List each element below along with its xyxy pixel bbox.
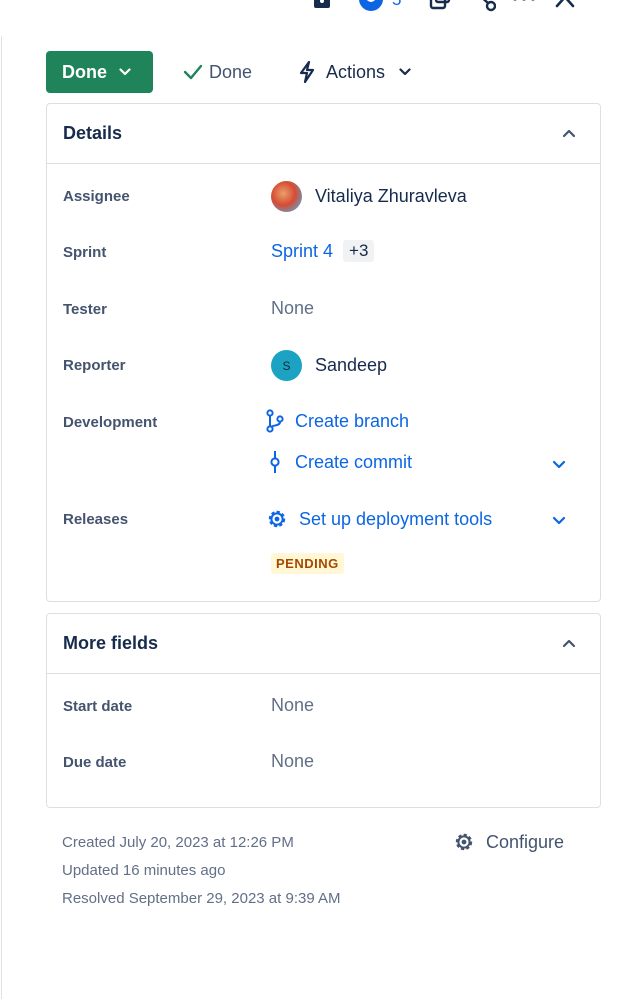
actions-button[interactable]: Actions	[298, 61, 411, 83]
gear-icon	[268, 510, 286, 528]
setup-deployment-link[interactable]: Set up deployment tools	[265, 507, 492, 531]
commit-icon	[270, 451, 280, 473]
watcher-count[interactable]: 5	[392, 0, 401, 10]
reporter-label: Reporter	[63, 357, 126, 374]
details-header[interactable]: Details	[47, 104, 600, 164]
resolution-label: Done	[209, 61, 253, 82]
copy-link-icon[interactable]	[428, 0, 452, 12]
issue-toolbar: 5	[300, 0, 623, 14]
status-row: Done Done Actions	[46, 51, 411, 93]
resolution-indicator: Done	[183, 62, 252, 83]
gear-icon	[455, 833, 473, 851]
due-date-value[interactable]: None	[271, 751, 314, 772]
created-timestamp: Created July 20, 2023 at 12:26 PM	[62, 834, 294, 851]
tester-label: Tester	[63, 301, 107, 318]
lightning-bolt-icon	[299, 61, 315, 83]
sprint-field: Sprint 4 +3	[271, 240, 375, 262]
sprint-more-badge[interactable]: +3	[343, 240, 375, 262]
setup-deployment-label: Set up deployment tools	[299, 508, 493, 529]
chevron-up-icon[interactable]	[562, 636, 576, 650]
tester-value[interactable]: None	[271, 298, 314, 319]
due-date-label: Due date	[63, 754, 127, 771]
chevron-down-icon[interactable]	[552, 513, 566, 527]
avatar	[271, 181, 302, 212]
create-branch-label: Create branch	[295, 410, 410, 431]
chevron-down-icon	[119, 68, 131, 76]
chevron-down-icon[interactable]	[552, 457, 566, 471]
configure-button[interactable]: Configure	[452, 830, 564, 854]
assignee-name: Vitaliya Zhuravleva	[315, 186, 467, 206]
branch-icon	[266, 409, 284, 433]
more-fields-panel: More fields Start date None Due date Non…	[46, 613, 601, 808]
assignee-field[interactable]: Vitaliya Zhuravleva	[271, 181, 467, 212]
configure-label: Configure	[486, 831, 565, 852]
watch-icon[interactable]	[358, 0, 384, 12]
checkmark-icon	[183, 64, 203, 80]
updated-timestamp: Updated 16 minutes ago	[62, 862, 226, 879]
create-commit-label: Create commit	[295, 451, 413, 472]
development-label: Development	[63, 414, 158, 431]
chevron-down-icon	[399, 68, 411, 76]
status-badge: PENDING	[271, 553, 344, 574]
chevron-up-icon[interactable]	[562, 126, 576, 140]
sprint-link[interactable]: Sprint 4	[271, 241, 333, 262]
reporter-field[interactable]: S Sandeep	[271, 350, 387, 381]
status-button-label: Done	[62, 61, 107, 82]
actions-label: Actions	[326, 61, 386, 82]
more-fields-header[interactable]: More fields	[47, 614, 600, 674]
panel-divider	[1, 36, 2, 999]
sprint-label: Sprint	[63, 244, 107, 261]
create-commit-link[interactable]: Create commit	[265, 450, 412, 474]
reporter-name: Sandeep	[315, 355, 388, 375]
assignee-label: Assignee	[63, 188, 130, 205]
share-icon[interactable]	[470, 0, 496, 12]
avatar: S	[271, 350, 302, 381]
details-title: Details	[63, 123, 123, 143]
more-fields-title: More fields	[63, 633, 159, 653]
start-date-label: Start date	[63, 698, 133, 715]
start-date-value[interactable]: None	[271, 695, 314, 716]
create-branch-link[interactable]: Create branch	[265, 409, 409, 433]
status-transition-button[interactable]: Done	[46, 51, 153, 93]
resolved-timestamp: Resolved September 29, 2023 at 9:39 AM	[62, 890, 341, 907]
close-icon[interactable]	[552, 0, 578, 12]
lock-icon[interactable]	[312, 0, 332, 10]
more-options-icon[interactable]	[510, 0, 538, 12]
details-panel: Details Assignee Vitaliya Zhuravleva Spr…	[46, 103, 601, 602]
releases-label: Releases	[63, 511, 129, 528]
